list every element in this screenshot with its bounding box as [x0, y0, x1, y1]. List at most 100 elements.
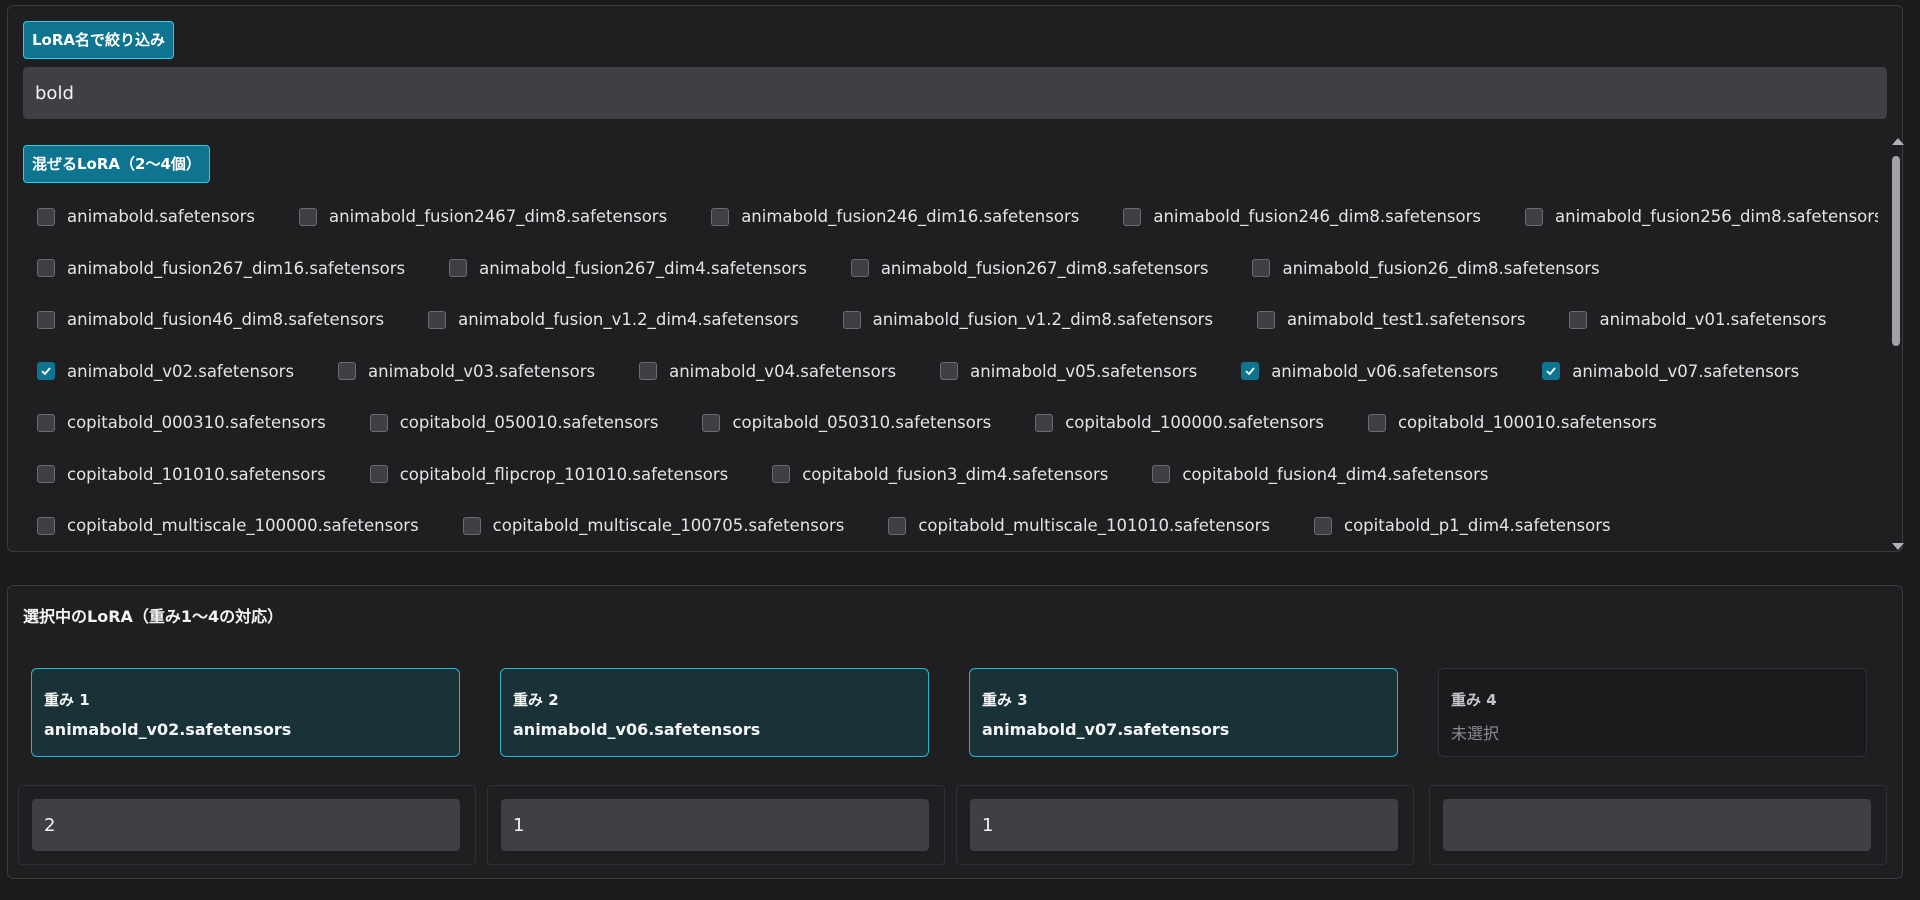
lora-option[interactable]: animabold_v02.safetensors	[23, 362, 294, 381]
checkbox-icon[interactable]	[940, 362, 959, 381]
scrollbar-thumb[interactable]	[1892, 156, 1900, 346]
lora-option-label: animabold_fusion267_dim8.safetensors	[880, 258, 1209, 278]
lora-row: animabold_v02.safetensors animabold_v03.s…	[23, 346, 1878, 398]
lora-filter-input[interactable]	[23, 67, 1887, 119]
checkbox-icon[interactable]	[1542, 362, 1561, 381]
lora-option-label: copitabold_multiscale_100705.safetensors	[492, 516, 845, 536]
checkbox-icon[interactable]	[37, 413, 55, 432]
lora-option[interactable]: animabold_fusion267_dim8.safetensors	[837, 258, 1209, 278]
checkmark-icon	[1546, 367, 1556, 376]
checkbox-icon[interactable]	[428, 310, 447, 329]
lora-option[interactable]: copitabold_050310.safetensors	[688, 413, 991, 432]
selected-lora-title: 選択中のLoRA（重み1〜4の対応）	[23, 607, 284, 626]
lora-option[interactable]: animabold_v07.safetensors	[1528, 362, 1799, 381]
weight-1-input[interactable]	[32, 799, 460, 851]
lora-option[interactable]: copitabold_fusion3_dim4.safetensors	[758, 465, 1108, 484]
lora-option[interactable]: animabold_fusion2467_dim8.safetensors	[285, 207, 667, 226]
lora-option[interactable]: animabold_fusion_v1.2_dim4.safetensors	[414, 310, 799, 329]
checkmark-icon	[1245, 367, 1255, 376]
lora-option[interactable]: copitabold_p1_dim4.safetensors	[1300, 516, 1611, 535]
lora-option[interactable]: copitabold_fusion4_dim4.safetensors	[1138, 465, 1488, 484]
lora-option[interactable]: animabold_fusion256_dim8.safetensors	[1511, 207, 1878, 226]
checkbox-icon[interactable]	[37, 207, 55, 226]
checkbox-icon[interactable]	[37, 259, 55, 278]
checkbox-icon[interactable]	[369, 413, 388, 432]
lora-option[interactable]: animabold_fusion267_dim4.safetensors	[435, 259, 807, 278]
weight-1-card: 重み 1 animabold_v02.safetensors	[31, 668, 460, 757]
lora-option[interactable]: copitabold_100000.safetensors	[1021, 413, 1324, 432]
scroll-up-arrow-icon[interactable]	[1892, 138, 1904, 145]
lora-option[interactable]: copitabold_multiscale_101010.safetensors	[874, 516, 1270, 535]
checkbox-icon[interactable]	[37, 516, 55, 535]
checkbox-icon[interactable]	[1257, 310, 1275, 329]
lora-option[interactable]: animabold_v04.safetensors	[625, 362, 896, 381]
checkbox-icon[interactable]	[888, 516, 907, 535]
checkbox-icon[interactable]	[369, 465, 388, 484]
weight-2-label: 重み 2	[513, 691, 559, 709]
lora-option[interactable]: animabold_fusion26_dim8.safetensors	[1238, 258, 1600, 278]
lora-option[interactable]: copitabold_multiscale_100705.safetensors	[449, 516, 845, 536]
checkbox-icon[interactable]	[449, 259, 468, 278]
checkbox-icon[interactable]	[1314, 516, 1333, 535]
lora-filter-panel: LoRA名で絞り込み 混ぜるLoRA（2〜4個） animabold.safet…	[7, 5, 1904, 554]
checkbox-icon[interactable]	[1241, 362, 1260, 381]
lora-option-label: animabold_fusion267_dim16.safetensors	[67, 258, 406, 278]
checkbox-icon[interactable]	[1252, 259, 1271, 278]
lora-option[interactable]: animabold_v05.safetensors	[926, 362, 1197, 381]
lora-option[interactable]: animabold_v01.safetensors	[1555, 310, 1827, 329]
lora-option[interactable]: animabold_test1.safetensors	[1243, 310, 1525, 329]
lora-option[interactable]: animabold.safetensors	[23, 207, 255, 226]
weight-1-box	[18, 785, 476, 865]
lora-option-label: animabold_v06.safetensors	[1271, 361, 1499, 381]
lora-option[interactable]: copitabold_flipcrop_101010.safetensors	[356, 465, 728, 484]
lora-option[interactable]: animabold_fusion46_dim8.safetensors	[23, 310, 384, 329]
checkbox-icon[interactable]	[711, 207, 730, 226]
checkbox-icon[interactable]	[842, 310, 861, 329]
checkbox-icon[interactable]	[299, 207, 318, 226]
lora-list-scrollbar[interactable]	[1888, 134, 1904, 554]
checkbox-icon[interactable]	[1123, 207, 1142, 226]
checkbox-icon[interactable]	[772, 465, 791, 484]
weight-4-input[interactable]	[1443, 799, 1871, 851]
checkbox-icon[interactable]	[1152, 465, 1171, 484]
lora-option-label: animabold_fusion256_dim8.safetensors	[1555, 207, 1878, 227]
lora-row: copitabold_101010.safetensors copitabold_…	[23, 449, 1878, 501]
lora-option-label: copitabold_050310.safetensors	[732, 413, 992, 433]
checkbox-icon[interactable]	[462, 516, 481, 535]
checkbox-icon[interactable]	[1569, 310, 1588, 329]
weight-2-lora-name: animabold_v06.safetensors	[513, 720, 761, 739]
checkbox-icon[interactable]	[37, 310, 55, 329]
lora-option-label: animabold_test1.safetensors	[1287, 310, 1526, 330]
checkbox-icon[interactable]	[37, 465, 55, 484]
checkbox-icon[interactable]	[1035, 413, 1054, 432]
weight-3-input[interactable]	[970, 799, 1398, 851]
lora-option[interactable]: animabold_fusion267_dim16.safetensors	[23, 259, 405, 278]
lora-option[interactable]: copitabold_000310.safetensors	[23, 413, 326, 432]
scroll-down-arrow-icon[interactable]	[1892, 543, 1904, 550]
weight-3-card: 重み 3 animabold_v07.safetensors	[969, 668, 1398, 757]
lora-option-label: copitabold_p1_dim4.safetensors	[1344, 516, 1611, 536]
lora-option[interactable]: copitabold_050010.safetensors	[356, 413, 658, 432]
weight-2-input[interactable]	[501, 799, 929, 851]
lora-option[interactable]: copitabold_100010.safetensors	[1354, 413, 1657, 432]
checkbox-icon[interactable]	[1525, 207, 1543, 226]
lora-option-label: animabold_fusion267_dim4.safetensors	[479, 258, 807, 278]
lora-option-label: animabold_fusion26_dim8.safetensors	[1282, 258, 1600, 278]
lora-option[interactable]: copitabold_multiscale_100000.safetensors	[23, 516, 419, 535]
weight-4-box	[1429, 785, 1887, 865]
checkbox-icon[interactable]	[37, 362, 55, 381]
lora-option[interactable]: copitabold_101010.safetensors	[23, 465, 326, 484]
lora-option-label: copitabold_101010.safetensors	[67, 464, 326, 484]
lora-option[interactable]: animabold_v03.safetensors	[324, 362, 595, 381]
lora-option[interactable]: animabold_fusion246_dim8.safetensors	[1109, 207, 1481, 226]
checkbox-icon[interactable]	[338, 362, 357, 381]
checkbox-icon[interactable]	[1367, 413, 1386, 432]
checkbox-icon[interactable]	[702, 413, 721, 432]
lora-option-label: animabold_v05.safetensors	[970, 361, 1198, 381]
lora-option[interactable]: animabold_fusion_v1.2_dim8.safetensors	[829, 310, 1213, 329]
lora-option[interactable]: animabold_fusion246_dim16.safetensors	[697, 207, 1079, 226]
checkbox-icon[interactable]	[850, 259, 869, 278]
lora-checkbox-list: animabold.safetensors animabold_fusion246…	[23, 191, 1878, 546]
checkbox-icon[interactable]	[639, 362, 658, 381]
lora-option[interactable]: animabold_v06.safetensors	[1227, 362, 1498, 381]
